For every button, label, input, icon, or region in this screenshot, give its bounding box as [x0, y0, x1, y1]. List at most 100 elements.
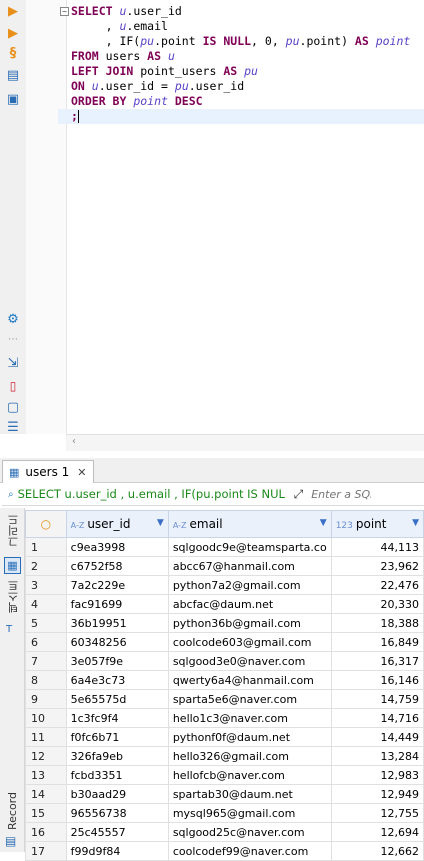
email-cell[interactable]: abcfac@daum.net — [167, 594, 332, 614]
user-id-cell[interactable]: 60348256 — [65, 632, 169, 652]
more-dots-icon[interactable]: ⋯ — [5, 332, 21, 348]
results-grid[interactable]: ○ A-Z user_id ▼ A-Z email ▼ 123 point ▼ 1 c9ea3… — [25, 510, 424, 861]
email-cell[interactable]: abcc67@hanmail.com — [167, 556, 332, 576]
code-line[interactable]: ; — [58, 109, 424, 124]
user-id-cell[interactable]: 36b19951 — [65, 613, 169, 633]
point-cell[interactable]: 16,849 — [330, 632, 424, 652]
code-line[interactable]: FROM users AS u — [58, 49, 424, 64]
code-line[interactable]: , u.email — [58, 19, 424, 34]
table-row[interactable]: 4 fac91699 abcfac@daum.net 20,330 — [25, 594, 424, 614]
column-header-user_id[interactable]: A-Z user_id ▼ — [65, 510, 169, 538]
expand-icon[interactable]: ⤢ — [294, 487, 304, 502]
point-cell[interactable]: 12,983 — [330, 765, 424, 785]
table-row[interactable]: 7 3e057f9e sqlgood3e0@naver.com 16,317 — [25, 651, 424, 671]
row-number[interactable]: 1 — [25, 537, 67, 557]
row-number[interactable]: 17 — [25, 841, 67, 861]
table-row[interactable]: 16 25c45557 sqlgood25c@naver.com 12,694 — [25, 822, 424, 842]
scroll-left-icon[interactable]: ‹ — [72, 436, 76, 447]
row-number[interactable]: 5 — [25, 613, 67, 633]
terminal-icon[interactable]: ▣ — [5, 92, 21, 108]
table-row[interactable]: 14 b30aad29 spartab30@daum.net 12,949 — [25, 784, 424, 804]
user-id-cell[interactable]: c6752f58 — [65, 556, 169, 576]
table-row[interactable]: 11 f0fc6b71 pythonf0f@daum.net 14,449 — [25, 727, 424, 747]
user-id-cell[interactable]: 96556738 — [65, 803, 169, 823]
email-cell[interactable]: pythonf0f@daum.net — [167, 727, 332, 747]
point-cell[interactable]: 12,755 — [330, 803, 424, 823]
settings-gear-icon[interactable]: ⚙ — [5, 312, 21, 328]
variables-icon[interactable]: ▢ — [5, 400, 21, 416]
row-number[interactable]: 9 — [25, 689, 67, 709]
email-cell[interactable]: hellofcb@naver.com — [167, 765, 332, 785]
table-row[interactable]: 13 fcbd3351 hellofcb@naver.com 12,983 — [25, 765, 424, 785]
table-row[interactable]: 5 36b19951 python36b@gmail.com 18,388 — [25, 613, 424, 633]
point-cell[interactable]: 20,330 — [330, 594, 424, 614]
table-row[interactable]: 15 96556738 mysql965@gmail.com 12,755 — [25, 803, 424, 823]
user-id-cell[interactable]: 1c3fc9f4 — [65, 708, 169, 728]
row-number[interactable]: 13 — [25, 765, 67, 785]
email-cell[interactable]: hello326@gmail.com — [167, 746, 332, 766]
table-row[interactable]: 6 60348256 coolcode603@gmail.com 16,849 — [25, 632, 424, 652]
row-number[interactable]: 10 — [25, 708, 67, 728]
grid-icon[interactable]: ▦ — [4, 557, 21, 574]
code-line[interactable]: ORDER BY point DESC — [58, 94, 424, 109]
user-id-cell[interactable]: f99d9f84 — [65, 841, 169, 861]
point-cell[interactable]: 16,317 — [330, 651, 424, 671]
export-icon[interactable]: ⇲ — [5, 356, 21, 372]
user-id-cell[interactable]: c9ea3998 — [65, 537, 169, 557]
row-number[interactable]: 16 — [25, 822, 67, 842]
table-row[interactable]: 12 326fa9eb hello326@gmail.com 13,284 — [25, 746, 424, 766]
row-number[interactable]: 6 — [25, 632, 67, 652]
point-cell[interactable]: 14,449 — [330, 727, 424, 747]
execute-script-icon[interactable]: § — [5, 46, 21, 62]
table-row[interactable]: 2 c6752f58 abcc67@hanmail.com 23,962 — [25, 556, 424, 576]
point-cell[interactable]: 14,759 — [330, 689, 424, 709]
email-cell[interactable]: sqlgood3e0@naver.com — [167, 651, 332, 671]
user-id-cell[interactable]: b30aad29 — [65, 784, 169, 804]
outline-icon[interactable]: ☰ — [5, 421, 21, 434]
code-line[interactable]: − SELECT u.user_id — [58, 4, 424, 19]
email-cell[interactable]: mysql965@gmail.com — [167, 803, 332, 823]
execute-in-new-tab-icon[interactable]: ▶ — [5, 26, 21, 42]
file-error-icon[interactable]: ▯ — [5, 378, 21, 394]
execute-statement-icon[interactable]: ▶ — [5, 4, 21, 20]
row-number[interactable]: 4 — [25, 594, 67, 614]
point-cell[interactable]: 14,716 — [330, 708, 424, 728]
row-selector-header[interactable]: ○ — [25, 510, 67, 538]
filter-input[interactable] — [309, 486, 374, 502]
row-number[interactable]: 2 — [25, 556, 67, 576]
code-line[interactable]: , IF(pu.point IS NULL, 0, pu.point) AS p… — [58, 34, 424, 49]
email-cell[interactable]: sparta5e6@naver.com — [167, 689, 332, 709]
fold-toggle-icon[interactable]: − — [60, 7, 69, 16]
horizontal-scrollbar[interactable]: ‹ — [66, 434, 424, 451]
user-id-cell[interactable]: 326fa9eb — [65, 746, 169, 766]
close-tab-icon[interactable]: ✕ — [77, 466, 86, 479]
email-cell[interactable]: hello1c3@naver.com — [167, 708, 332, 728]
row-number[interactable]: 7 — [25, 651, 67, 671]
email-cell[interactable]: python36b@gmail.com — [167, 613, 332, 633]
table-row[interactable]: 1 c9ea3998 sqlgoodc9e@teamsparta.co 44,113 — [25, 537, 424, 557]
row-number[interactable]: 11 — [25, 727, 67, 747]
user-id-cell[interactable]: 5e65575d — [65, 689, 169, 709]
sql-code[interactable]: − SELECT u.user_id , u.email , IF(pu.poin… — [58, 4, 424, 124]
column-header-email[interactable]: A-Z email ▼ — [167, 510, 332, 538]
text-icon[interactable]: T — [6, 624, 12, 635]
point-cell[interactable]: 16,146 — [330, 670, 424, 690]
table-row[interactable]: 9 5e65575d sparta5e6@naver.com 14,759 — [25, 689, 424, 709]
user-id-cell[interactable]: 6a4e3c73 — [65, 670, 169, 690]
row-number[interactable]: 15 — [25, 803, 67, 823]
user-id-cell[interactable]: f0fc6b71 — [65, 727, 169, 747]
record-icon[interactable]: ▤ — [5, 834, 16, 848]
user-id-cell[interactable]: 25c45557 — [65, 822, 169, 842]
email-cell[interactable]: sqlgood25c@naver.com — [167, 822, 332, 842]
email-cell[interactable]: qwerty6a4@hanmail.com — [167, 670, 332, 690]
row-number[interactable]: 8 — [25, 670, 67, 690]
email-cell[interactable]: coolcode603@gmail.com — [167, 632, 332, 652]
email-cell[interactable]: coolcodef99@naver.com — [167, 841, 332, 861]
column-header-point[interactable]: 123 point ▼ — [330, 510, 424, 538]
point-cell[interactable]: 44,113 — [330, 537, 424, 557]
table-row[interactable]: 8 6a4e3c73 qwerty6a4@hanmail.com 16,146 — [25, 670, 424, 690]
table-row[interactable]: 17 f99d9f84 coolcodef99@naver.com 12,662 — [25, 841, 424, 861]
table-row[interactable]: 10 1c3fc9f4 hello1c3@naver.com 14,716 — [25, 708, 424, 728]
point-cell[interactable]: 12,694 — [330, 822, 424, 842]
sort-dropdown-icon[interactable]: ▼ — [320, 518, 327, 528]
